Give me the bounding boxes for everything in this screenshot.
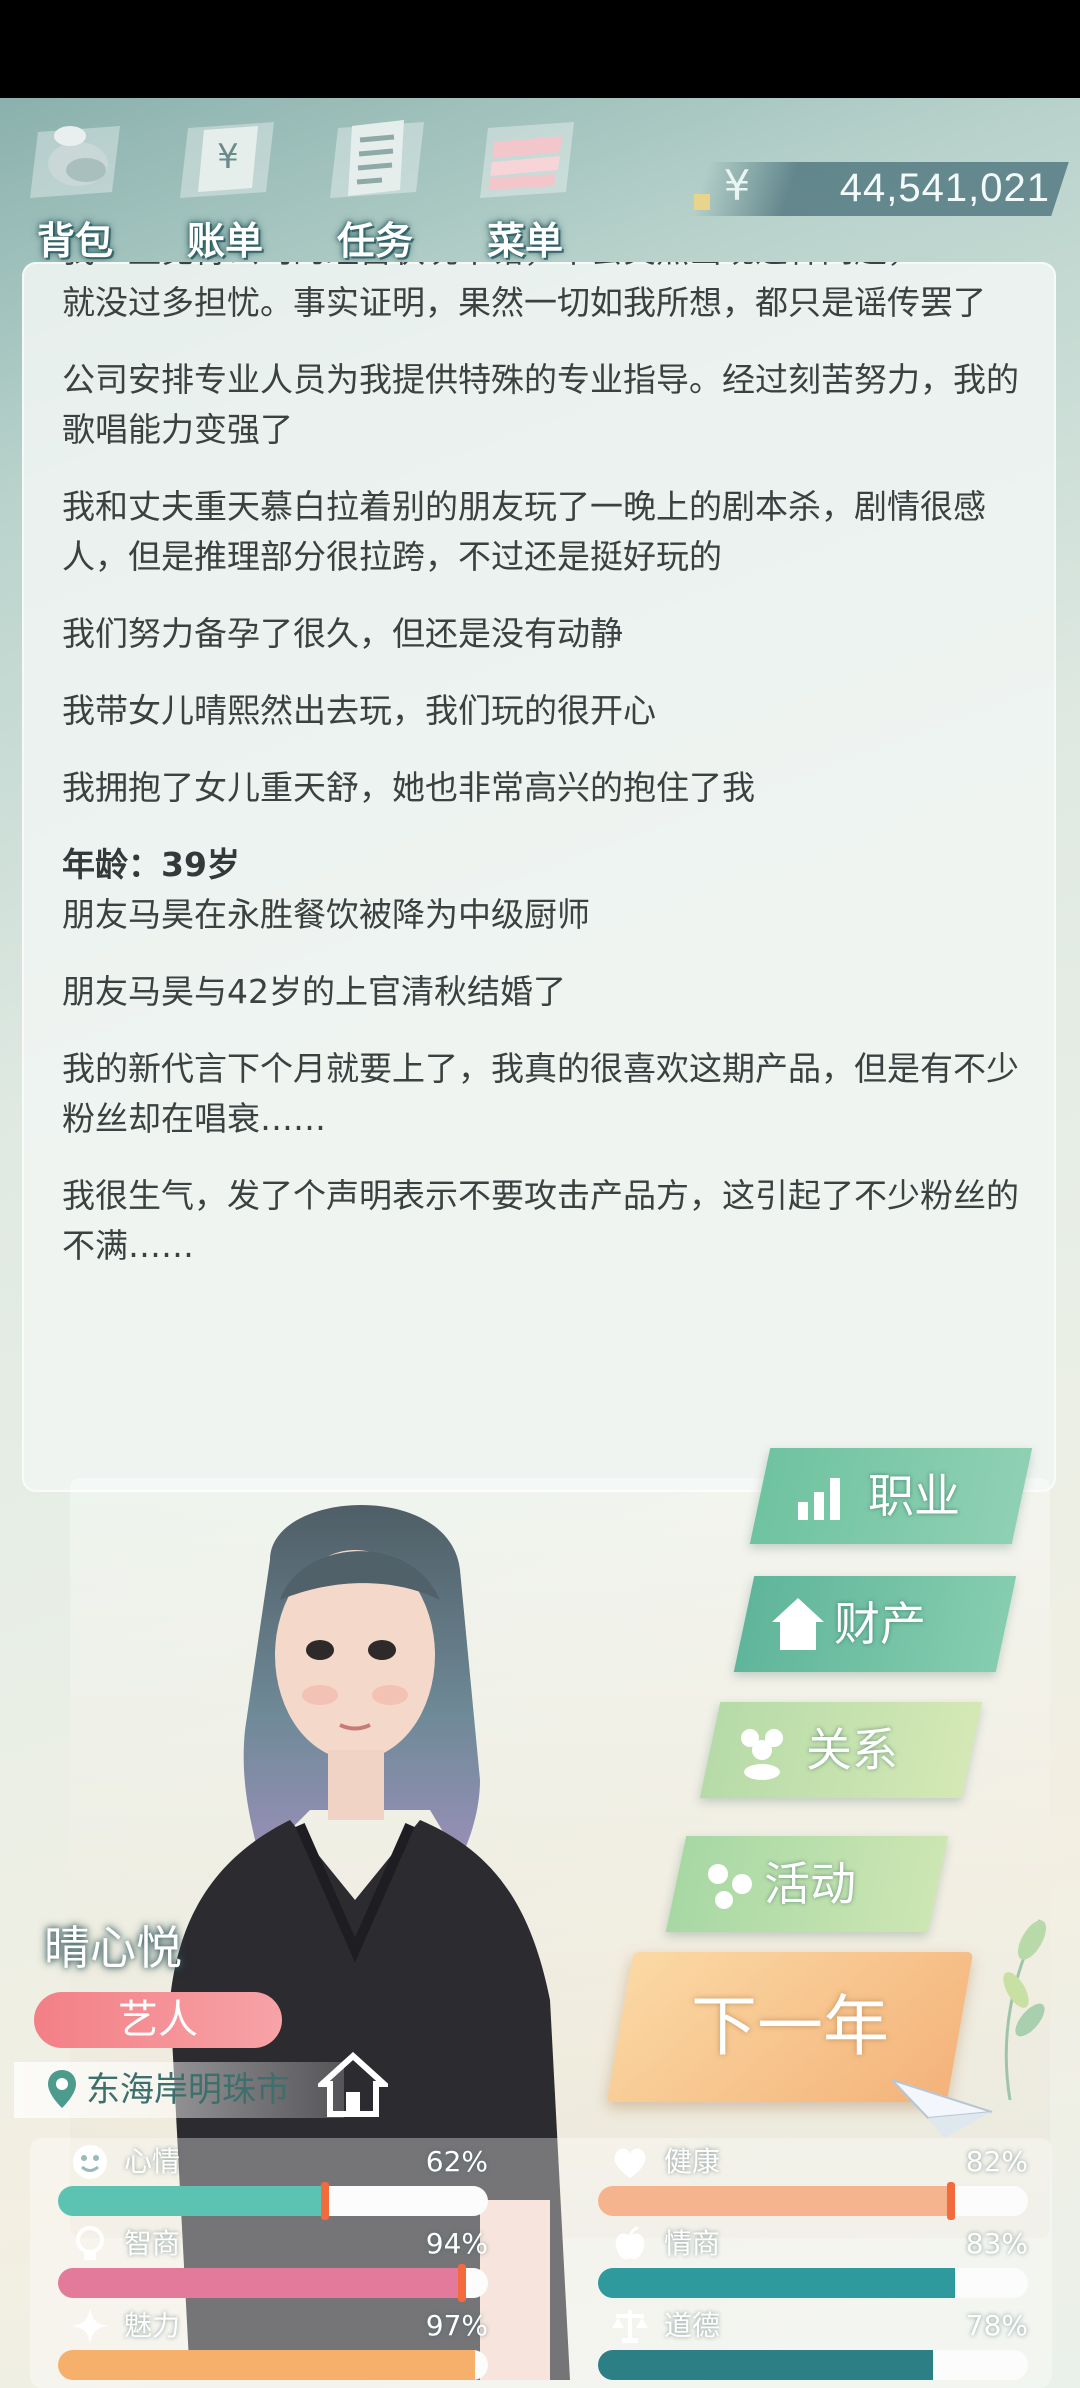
bar-chart-icon bbox=[798, 1478, 840, 1520]
event-log-panel[interactable]: 我一直觉得公司的经营状况不错，不会突然出现这种问题， 就没过多担忧。事实证明，果… bbox=[22, 262, 1056, 1492]
stat-bar bbox=[598, 2350, 1028, 2380]
job-badge: 艺人 bbox=[34, 1992, 282, 2048]
stat-label: 情商 bbox=[664, 2227, 721, 2260]
apple-icon bbox=[615, 2226, 645, 2260]
status-bar bbox=[0, 0, 1080, 98]
event-log-list: 我一直觉得公司的经营状况不错，不会突然出现这种问题， 就没过多担忧。事实证明，果… bbox=[62, 262, 1022, 1298]
leaf-decoration bbox=[1003, 1919, 1046, 2100]
star-icon bbox=[72, 2308, 108, 2344]
log-entry-partial-text: 我一直觉得公司的经营状况不错，不会突然出现这种问题， bbox=[62, 262, 1022, 276]
stat-label: 智商 bbox=[124, 2227, 181, 2260]
log-entry: 就没过多担忧。事实证明，果然一切如我所想，都只是谣传罢了 bbox=[62, 283, 986, 322]
menu-button[interactable]: 菜单 bbox=[450, 112, 600, 263]
task-label: 任务 bbox=[336, 219, 413, 263]
log-entry: 我们努力备孕了很久，但还是没有动静 bbox=[62, 614, 623, 653]
stat-bar bbox=[58, 2350, 488, 2380]
bill-icon: ¥ bbox=[180, 122, 274, 198]
log-entry-partial: 我一直觉得公司的经营状况不错，不会突然出现这种问题， bbox=[62, 262, 1022, 278]
stat-charm: 魅力 97% bbox=[58, 2306, 488, 2386]
stat-marker bbox=[320, 2182, 329, 2220]
stat-marker bbox=[458, 2264, 467, 2302]
log-entry: 我带女儿晴熙然出去玩，我们玩的很开心 bbox=[62, 691, 656, 730]
age-heading: 年龄：39岁 bbox=[62, 845, 240, 884]
bill-label: 账单 bbox=[186, 219, 263, 263]
log-entry: 我拥抱了女儿重天舒，她也非常高兴的抱住了我 bbox=[62, 768, 755, 807]
stat-label: 健康 bbox=[664, 2145, 721, 2178]
property-label: 财产 bbox=[834, 1597, 926, 1651]
yen-icon: ¥ bbox=[723, 161, 751, 210]
house-icon bbox=[772, 1598, 824, 1650]
stat-fill bbox=[598, 2186, 951, 2216]
stat-value: 94% bbox=[425, 2227, 488, 2260]
location-text: 东海岸明珠市 bbox=[86, 2070, 290, 2110]
stat-fill bbox=[598, 2350, 934, 2380]
stat-health: 健康 82% bbox=[598, 2142, 1028, 2222]
stat-fill bbox=[598, 2268, 955, 2298]
stat-label: 道德 bbox=[664, 2309, 721, 2342]
home-icon[interactable] bbox=[318, 2052, 388, 2118]
stat-morality: 道德 78% bbox=[598, 2306, 1028, 2386]
stat-value: 78% bbox=[965, 2309, 1028, 2342]
svg-text:¥: ¥ bbox=[217, 137, 239, 177]
backpack-icon bbox=[30, 126, 120, 198]
menu-icon bbox=[480, 122, 574, 198]
task-icon bbox=[330, 120, 424, 198]
bill-button[interactable]: ¥ 账单 bbox=[150, 112, 300, 263]
stat-marker bbox=[946, 2182, 955, 2220]
stat-value: 97% bbox=[425, 2309, 488, 2342]
log-entry: 我的新代言下个月就要上了，我真的很喜欢这期产品，但是有不少粉丝却在唱衰…… bbox=[62, 1049, 1019, 1138]
activity-icon bbox=[708, 1864, 752, 1909]
stat-value: 83% bbox=[965, 2227, 1028, 2260]
stat-bar bbox=[598, 2186, 1028, 2216]
people-icon bbox=[741, 1729, 783, 1780]
log-entry: 公司安排专业人员为我提供特殊的专业指导。经过刻苦努力，我的歌唱能力变强了 bbox=[62, 360, 1019, 449]
stat-bar bbox=[598, 2268, 1028, 2298]
stat-label: 心情 bbox=[124, 2145, 181, 2178]
top-toolbar: 背包 ¥ 账单 任务 菜单 ¥ 44,541,021 bbox=[0, 98, 1080, 263]
log-entry: 朋友马昊在永胜餐饮被降为中级厨师 bbox=[62, 895, 590, 934]
stat-value: 62% bbox=[425, 2145, 488, 2178]
log-entry: 朋友马昊与42岁的上官清秋结婚了 bbox=[62, 972, 566, 1011]
stat-label: 魅力 bbox=[124, 2309, 181, 2342]
task-button[interactable]: 任务 bbox=[300, 112, 450, 263]
stat-bar bbox=[58, 2268, 488, 2298]
stat-value: 82% bbox=[965, 2145, 1028, 2178]
activity-label: 活动 bbox=[764, 1857, 856, 1911]
relations-label: 关系 bbox=[806, 1723, 898, 1777]
log-entry: 我和丈夫重天慕白拉着别的朋友玩了一晚上的剧本杀，剧情很感人，但是推理部分很拉跨，… bbox=[62, 487, 986, 576]
backpack-label: 背包 bbox=[36, 219, 113, 263]
career-label: 职业 bbox=[868, 1469, 960, 1523]
bulb-icon bbox=[76, 2226, 104, 2260]
log-entry: 我很生气，发了个声明表示不要攻击产品方，这引起了不少粉丝的不满…… bbox=[62, 1176, 1019, 1265]
stat-fill bbox=[58, 2350, 476, 2380]
stat-fill bbox=[58, 2268, 463, 2298]
heart-icon bbox=[614, 2148, 646, 2178]
smile-icon bbox=[73, 2145, 107, 2179]
stat-fill bbox=[58, 2186, 325, 2216]
money-value: 44,541,021 bbox=[839, 166, 1050, 210]
menu-label: 菜单 bbox=[486, 219, 563, 263]
location-pin-icon bbox=[48, 2070, 76, 2108]
stat-iq: 智商 94% bbox=[58, 2224, 488, 2304]
stat-mood: 心情 62% bbox=[58, 2142, 488, 2222]
stat-bar bbox=[58, 2186, 488, 2216]
stat-eq: 情商 83% bbox=[598, 2224, 1028, 2304]
character-name: 晴心悦 bbox=[44, 1921, 182, 1975]
scale-icon bbox=[612, 2310, 648, 2343]
backpack-button[interactable]: 背包 bbox=[0, 112, 150, 263]
